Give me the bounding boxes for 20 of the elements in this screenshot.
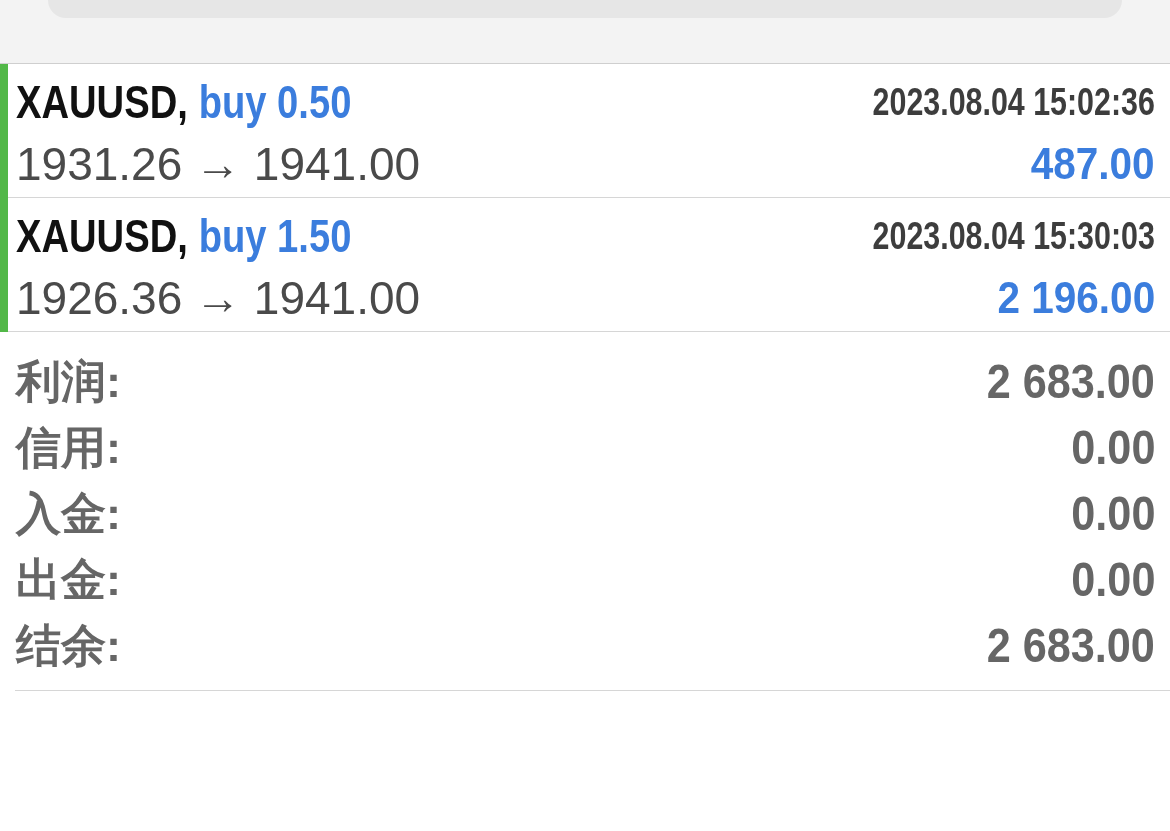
time-text: 2023.08.04 15:02:36 xyxy=(872,80,1155,125)
time-text: 2023.08.04 15:30:03 xyxy=(872,214,1155,259)
price-text: 1931.26 → 1941.00 xyxy=(16,137,421,192)
summary-value: 2 683.00 xyxy=(986,618,1155,674)
summary-label: 利润: xyxy=(16,355,121,409)
summary-value: 2 683.00 xyxy=(986,354,1155,410)
symbol-text: XAUUSD, xyxy=(16,210,188,262)
price-text: 1926.36 → 1941.00 xyxy=(16,271,421,326)
summary-value: 0.00 xyxy=(1070,486,1155,542)
order-type-text: buy 0.50 xyxy=(198,76,352,128)
summary-label: 结余: xyxy=(16,619,121,673)
symbol-text: XAUUSD, xyxy=(16,76,188,128)
profit-value: 2 196.00 xyxy=(997,271,1155,325)
summary-value: 0.00 xyxy=(1070,420,1155,476)
order-type-text: buy 1.50 xyxy=(198,210,352,262)
summary-label: 入金: xyxy=(16,487,121,541)
summary-label: 出金: xyxy=(16,553,121,607)
summary-value: 0.00 xyxy=(1070,552,1155,608)
summary-label: 信用: xyxy=(16,421,121,475)
profit-value: 487.00 xyxy=(1031,137,1155,191)
